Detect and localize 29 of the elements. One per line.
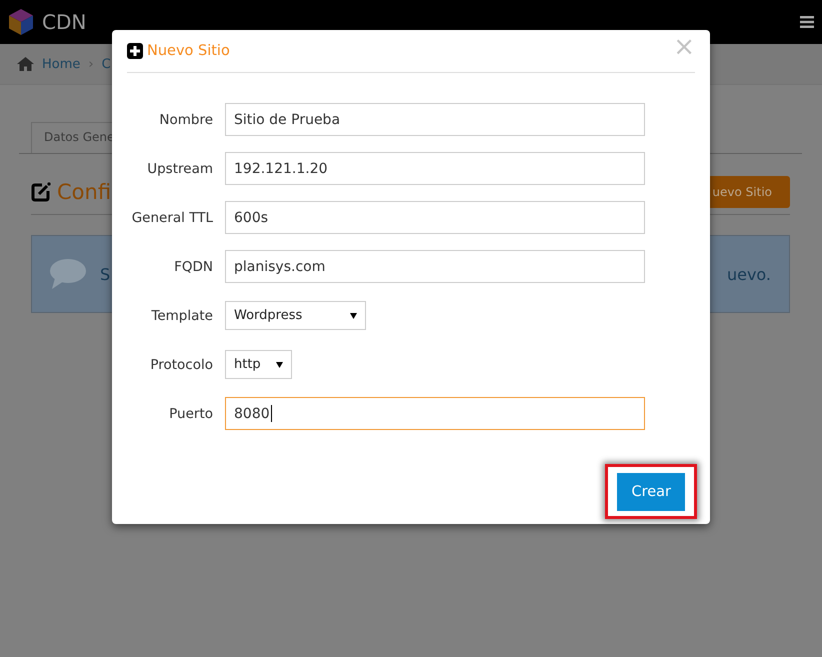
- dropdown-arrow-icon: [276, 362, 283, 368]
- brand-name: CDN: [42, 10, 86, 34]
- alert-text: S: [100, 264, 110, 284]
- field-label: Upstream: [146, 160, 213, 176]
- select-dropdown[interactable]: Wordpress: [225, 301, 366, 330]
- edit-icon: [31, 182, 51, 202]
- create-button[interactable]: Crear: [617, 473, 685, 511]
- field-label: General TTL: [130, 210, 213, 226]
- breadcrumb-separator: ›: [88, 56, 94, 72]
- field-label: Protocolo: [149, 356, 213, 372]
- input-field[interactable]: 600s: [225, 201, 645, 234]
- plus-icon: [127, 43, 143, 59]
- field-label: Puerto: [168, 406, 213, 422]
- speech-bubble-icon: [50, 259, 86, 289]
- input-field[interactable]: 192.121.1.20: [225, 152, 645, 185]
- input-field[interactable]: 8080: [225, 397, 645, 430]
- select-dropdown[interactable]: http: [225, 350, 292, 379]
- input-field[interactable]: planisys.com: [225, 250, 645, 283]
- page-title: Confi: [57, 180, 112, 204]
- alert-text: uevo.: [726, 264, 771, 284]
- input-field[interactable]: Sitio de Prueba: [225, 103, 645, 136]
- field-label: FQDN: [173, 258, 213, 274]
- menu-icon[interactable]: [800, 16, 814, 28]
- cube-logo-icon: [8, 8, 34, 36]
- field-label: Template: [150, 308, 213, 324]
- dropdown-arrow-icon: [350, 312, 357, 318]
- field-label: Nombre: [158, 112, 213, 128]
- dialog-title: Nuevo Sitio: [147, 43, 230, 59]
- home-icon: [17, 57, 34, 71]
